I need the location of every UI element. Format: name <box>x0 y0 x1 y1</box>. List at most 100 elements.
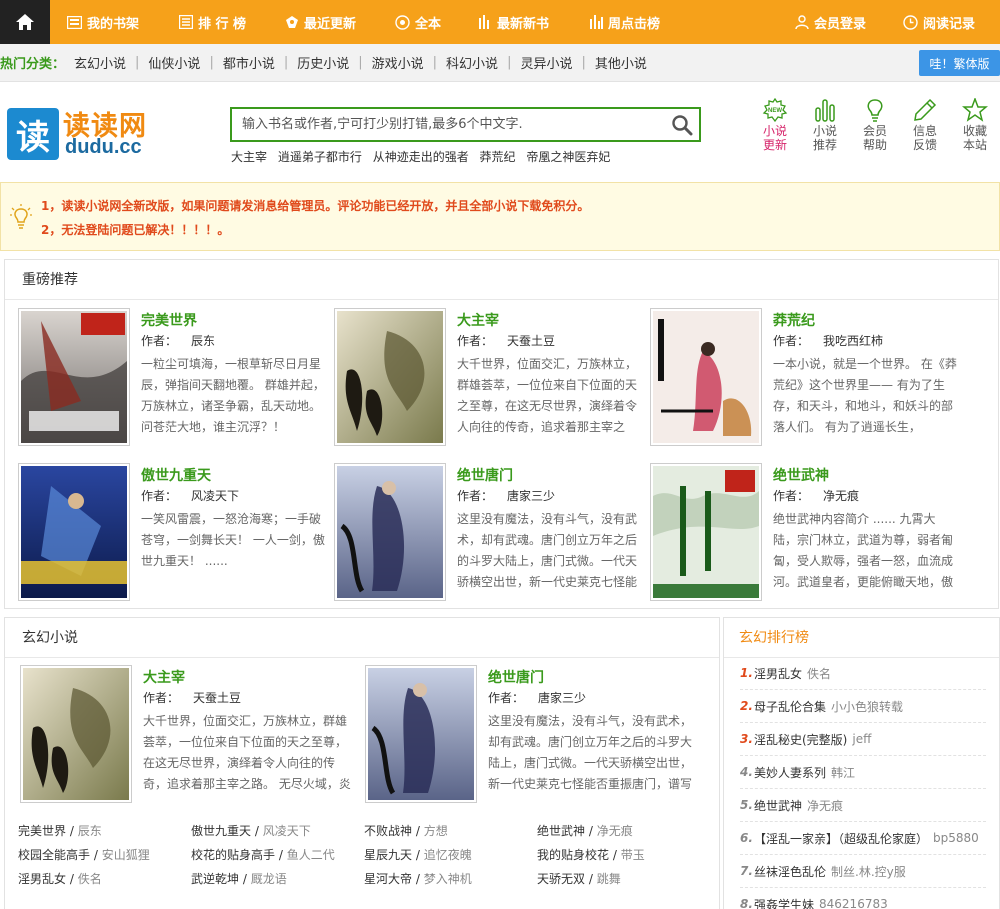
list-book-author[interactable]: 跳舞 <box>597 872 621 886</box>
list-book-author[interactable]: 厩龙语 <box>251 872 287 886</box>
list-book-author[interactable]: 佚名 <box>78 872 102 886</box>
category-link[interactable]: 游戏小说 <box>372 53 424 72</box>
list-item[interactable]: 傲世九重天 / 风凌天下 <box>191 822 311 839</box>
book-author[interactable]: 我吃西红柿 <box>823 334 883 348</box>
book-cover[interactable] <box>18 463 130 601</box>
list-book-title[interactable]: 星辰九天 <box>364 848 412 862</box>
rank-book-author[interactable]: 佚名 <box>807 665 831 682</box>
quick-link-favorite[interactable]: 收藏 本站 <box>955 98 995 152</box>
book-cover[interactable] <box>650 463 762 601</box>
category-link[interactable]: 科幻小说 <box>446 53 498 72</box>
rank-book-author[interactable]: 846216783 <box>819 897 888 909</box>
ranking-item[interactable]: 2. 母子乱伦合集 小小色狼转载 <box>740 690 986 723</box>
list-book-author[interactable]: 风凌天下 <box>263 824 311 838</box>
rank-book-author[interactable]: 制丝.林.控y服 <box>831 863 906 880</box>
list-item[interactable]: 星辰九天 / 追忆夜魄 <box>364 846 472 863</box>
rank-book-title[interactable]: 淫男乱女 <box>754 665 802 682</box>
category-link[interactable]: 其他小说 <box>595 53 647 72</box>
list-item[interactable]: 天骄无双 / 跳舞 <box>537 870 621 887</box>
book-card[interactable]: 绝世武神 作者： 净无痕 绝世武神内容简介 ...... 九霄大陆，宗门林立，武道… <box>650 463 960 603</box>
rank-book-title[interactable]: 淫乱秘史(完整版) <box>754 731 847 748</box>
site-logo[interactable]: 读 读读网 dudu.cc <box>7 108 162 160</box>
search-icon[interactable] <box>671 114 693 136</box>
list-item[interactable]: 校园全能高手 / 安山狐狸 <box>18 846 150 863</box>
rank-book-title[interactable]: 美妙人妻系列 <box>754 764 826 781</box>
nav-recent-updates[interactable]: 最近更新 <box>285 0 356 44</box>
quick-link-recommend[interactable]: 小说 推荐 <box>805 98 845 152</box>
category-link[interactable]: 都市小说 <box>223 53 275 72</box>
book-author[interactable]: 净无痕 <box>823 489 859 503</box>
list-item[interactable]: 校花的贴身高手 / 鱼人二代 <box>191 846 335 863</box>
ranking-item[interactable]: 7. 丝袜淫色乱伦 制丝.林.控y服 <box>740 855 986 888</box>
ranking-item[interactable]: 4. 美妙人妻系列 韩江 <box>740 756 986 789</box>
hot-search-link[interactable]: 逍遥弟子都市行 <box>278 150 362 164</box>
book-author[interactable]: 风凌天下 <box>191 489 239 503</box>
ranking-item[interactable]: 6. 【淫乱一家亲】（超级乱伦家庭） bp5880 <box>740 822 986 855</box>
list-book-title[interactable]: 星河大帝 <box>364 872 412 886</box>
book-cover[interactable] <box>365 665 477 803</box>
list-item[interactable]: 绝世武神 / 净无痕 <box>537 822 633 839</box>
list-book-title[interactable]: 不败战神 <box>364 824 412 838</box>
list-book-author[interactable]: 方想 <box>424 824 448 838</box>
list-book-title[interactable]: 武逆乾坤 <box>191 872 239 886</box>
list-item[interactable]: 完美世界 / 辰东 <box>18 822 102 839</box>
ranking-item[interactable]: 5. 绝世武神 净无痕 <box>740 789 986 822</box>
list-book-title[interactable]: 傲世九重天 <box>191 824 251 838</box>
list-item[interactable]: 武逆乾坤 / 厩龙语 <box>191 870 287 887</box>
ranking-item[interactable]: 8. 强姦学生妹 846216783 <box>740 888 986 909</box>
quick-link-help[interactable]: 会员 帮助 <box>855 98 895 152</box>
rank-book-author[interactable]: 韩江 <box>831 764 855 781</box>
book-author[interactable]: 辰东 <box>191 334 215 348</box>
book-card[interactable]: 绝世唐门 作者： 唐家三少 这里没有魔法，没有斗气，没有武术，却有武魂。唐门创立万… <box>334 463 644 603</box>
list-book-title[interactable]: 校花的贴身高手 <box>191 848 275 862</box>
quick-link-updates[interactable]: NEW 小说 更新 <box>755 98 795 152</box>
book-author[interactable]: 天蚕土豆 <box>507 334 555 348</box>
list-book-title[interactable]: 绝世武神 <box>537 824 585 838</box>
book-title[interactable]: 绝世武神 <box>773 465 829 485</box>
list-item[interactable]: 淫男乱女 / 佚名 <box>18 870 102 887</box>
list-item[interactable]: 我的贴身校花 / 带玉 <box>537 846 645 863</box>
book-author[interactable]: 唐家三少 <box>507 489 555 503</box>
history-link[interactable]: 阅读记录 <box>903 0 975 44</box>
nav-bookshelf[interactable]: 我的书架 <box>67 0 139 44</box>
book-cover[interactable] <box>18 308 130 446</box>
traditional-chinese-button[interactable]: 哇！繁体版 <box>919 50 1000 76</box>
hot-search-link[interactable]: 大主宰 <box>231 150 267 164</box>
rank-book-author[interactable]: bp5880 <box>933 831 979 845</box>
nav-new-books[interactable]: 最新新书 <box>478 0 549 44</box>
list-item[interactable]: 星河大帝 / 梦入神机 <box>364 870 472 887</box>
book-title[interactable]: 傲世九重天 <box>141 465 211 485</box>
list-book-author[interactable]: 梦入神机 <box>424 872 472 886</box>
hot-search-link[interactable]: 从神迹走出的强者 <box>373 150 469 164</box>
ranking-item[interactable]: 3. 淫乱秘史(完整版) jeff <box>740 723 986 756</box>
list-book-title[interactable]: 天骄无双 <box>537 872 585 886</box>
rank-book-title[interactable]: 母子乱伦合集 <box>754 698 826 715</box>
book-cover[interactable] <box>650 308 762 446</box>
list-book-title[interactable]: 我的贴身校花 <box>537 848 609 862</box>
book-author[interactable]: 天蚕土豆 <box>193 691 241 705</box>
search-input[interactable] <box>232 109 662 140</box>
rank-book-author[interactable]: 净无痕 <box>807 797 843 814</box>
list-book-author[interactable]: 安山狐狸 <box>102 848 150 862</box>
category-link[interactable]: 历史小说 <box>297 53 349 72</box>
list-book-title[interactable]: 完美世界 <box>18 824 66 838</box>
book-card[interactable]: 绝世唐门 作者： 唐家三少 这里没有魔法，没有斗气，没有武术，却有武魂。唐门创立万… <box>365 665 705 805</box>
nav-ranking[interactable]: 排 行 榜 <box>179 0 246 44</box>
quick-link-feedback[interactable]: 信息 反馈 <box>905 98 945 152</box>
category-link[interactable]: 仙侠小说 <box>148 53 200 72</box>
ranking-item[interactable]: 1. 淫男乱女 佚名 <box>740 657 986 690</box>
book-card[interactable]: 傲世九重天 作者： 风凌天下 一笑风雷震，一怒沧海寒；一手破苍穹，一剑舞长天！ 一… <box>18 463 328 603</box>
book-title[interactable]: 大主宰 <box>457 310 499 330</box>
book-title[interactable]: 完美世界 <box>141 310 197 330</box>
book-cover[interactable] <box>334 463 446 601</box>
book-title[interactable]: 大主宰 <box>143 667 185 687</box>
list-book-title[interactable]: 校园全能高手 <box>18 848 90 862</box>
book-author[interactable]: 唐家三少 <box>538 691 586 705</box>
list-book-author[interactable]: 鱼人二代 <box>287 848 335 862</box>
login-link[interactable]: 会员登录 <box>795 0 866 44</box>
list-book-author[interactable]: 辰东 <box>78 824 102 838</box>
book-title[interactable]: 绝世唐门 <box>457 465 513 485</box>
rank-book-title[interactable]: 绝世武神 <box>754 797 802 814</box>
nav-weekly-clicks[interactable]: 周点击榜 <box>589 0 660 44</box>
rank-book-title[interactable]: 丝袜淫色乱伦 <box>754 863 826 880</box>
